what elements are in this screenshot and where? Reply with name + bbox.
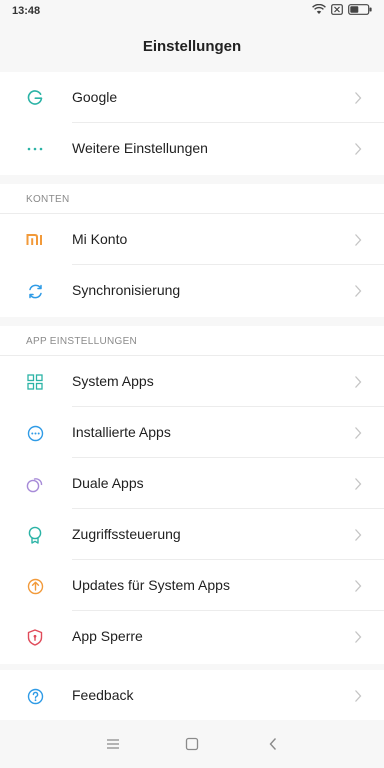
chevron-right-icon [355, 529, 362, 541]
back-chevron-icon [269, 738, 277, 750]
chevron-right-icon [355, 376, 362, 388]
settings-item-label: Updates für System Apps [72, 577, 230, 593]
chevron-right-icon [355, 580, 362, 592]
settings-item-sync[interactable]: Synchronisierung [0, 265, 384, 316]
top-bar: Einstellungen [0, 24, 384, 68]
settings-item-app-sperre[interactable]: App Sperre [0, 611, 384, 662]
settings-item-label: Installierte Apps [72, 424, 171, 440]
settings-item-feedback[interactable]: Feedback [0, 670, 384, 720]
navigation-bar [0, 720, 384, 768]
settings-item-label: Synchronisierung [72, 282, 181, 298]
settings-item-label: Feedback [72, 687, 134, 703]
group-feedback: Feedback [0, 670, 384, 720]
settings-item-label: Duale Apps [72, 475, 144, 491]
home-nav-button[interactable] [182, 734, 202, 754]
feedback-icon [26, 687, 44, 705]
settings-item-duale-apps[interactable]: Duale Apps [0, 458, 384, 509]
back-nav-button[interactable] [263, 734, 283, 754]
installed-apps-icon [26, 424, 44, 442]
app-lock-icon [26, 628, 44, 646]
menu-icon [107, 739, 119, 749]
grid-apps-icon [26, 373, 44, 391]
settings-item-weitere[interactable]: Weitere Einstellungen [0, 123, 384, 174]
settings-item-zugriffssteuerung[interactable]: Zugriffssteuerung [0, 509, 384, 560]
settings-item-label: App Sperre [72, 628, 143, 644]
status-bar: 13:48 [0, 0, 384, 24]
update-icon [26, 577, 44, 595]
chevron-right-icon [355, 427, 362, 439]
access-control-icon [26, 526, 44, 544]
home-square-icon [185, 737, 199, 751]
group-general: Google Weitere Einstellungen [0, 72, 384, 175]
group-konten: Mi Konto Synchronisierung [0, 214, 384, 317]
settings-item-label: Mi Konto [72, 231, 128, 247]
settings-item-label: Zugriffssteuerung [72, 526, 181, 542]
section-title: APP EINSTELLUNGEN [26, 336, 138, 347]
settings-item-mi-konto[interactable]: Mi Konto [0, 214, 384, 265]
settings-item-label: System Apps [72, 373, 154, 389]
group-app-einstellungen: System Apps Installierte Apps Duale Apps… [0, 356, 384, 664]
chevron-right-icon [355, 92, 362, 104]
section-title: KONTEN [26, 194, 70, 205]
section-header-konten: KONTEN [0, 184, 384, 214]
settings-list[interactable]: Google Weitere Einstellungen KONTEN Mi K… [0, 68, 384, 720]
sim-off-icon [331, 4, 343, 15]
page-title: Einstellungen [142, 38, 242, 55]
chevron-right-icon [355, 285, 362, 297]
google-icon [26, 89, 44, 107]
settings-item-updates[interactable]: Updates für System Apps [0, 560, 384, 611]
status-icons [312, 4, 372, 15]
menu-nav-button[interactable] [103, 734, 123, 754]
chevron-right-icon [355, 234, 362, 246]
settings-item-google[interactable]: Google [0, 72, 384, 123]
mi-logo-icon [26, 231, 44, 249]
chevron-right-icon [355, 143, 362, 155]
settings-item-installierte-apps[interactable]: Installierte Apps [0, 407, 384, 458]
chevron-right-icon [355, 631, 362, 643]
settings-item-system-apps[interactable]: System Apps [0, 356, 384, 407]
chevron-right-icon [355, 478, 362, 490]
battery-icon [348, 4, 372, 15]
settings-item-label: Weitere Einstellungen [72, 140, 208, 156]
chevron-right-icon [355, 690, 362, 702]
status-time: 13:48 [12, 5, 41, 17]
section-header-app: APP EINSTELLUNGEN [0, 326, 384, 356]
more-dots-icon [26, 140, 44, 158]
settings-item-label: Google [72, 89, 118, 105]
wifi-icon [312, 4, 326, 14]
dual-apps-icon [26, 475, 44, 493]
sync-icon [26, 282, 44, 300]
